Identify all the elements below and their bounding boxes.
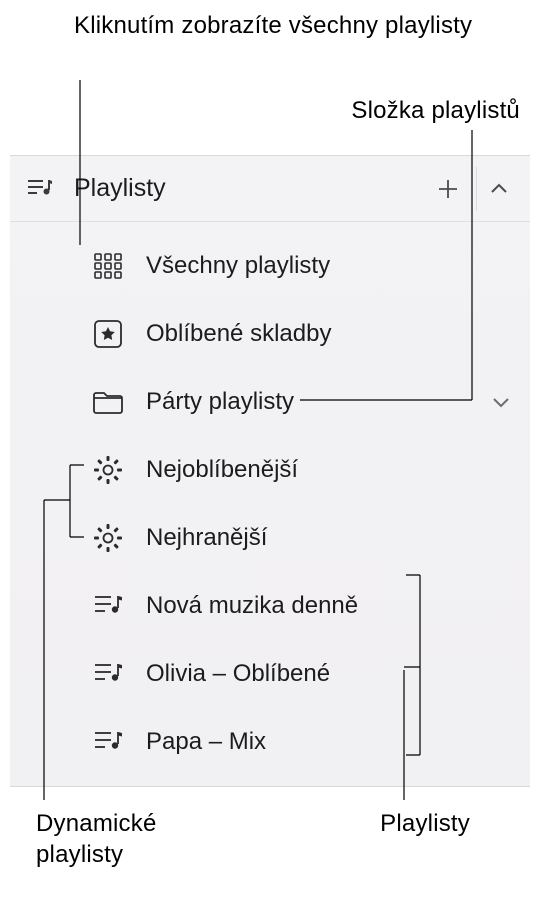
callout-smart-playlists: Dynamické playlisty bbox=[36, 808, 157, 870]
item-label: Nová muzika denně bbox=[88, 592, 358, 620]
callout-playlists: Playlisty bbox=[380, 808, 470, 839]
playlist-icon bbox=[88, 661, 128, 687]
gear-icon bbox=[88, 455, 128, 485]
grid-icon bbox=[88, 253, 128, 279]
star-box-icon bbox=[88, 319, 128, 349]
sidebar-item-all-playlists[interactable]: Všechny playlisty bbox=[10, 232, 530, 300]
playlist-icon bbox=[88, 593, 128, 619]
callout-text: playlisty bbox=[36, 841, 123, 868]
callout-text: Dynamické bbox=[36, 810, 157, 837]
expand-folder-button[interactable] bbox=[492, 396, 510, 408]
playlist-icon bbox=[88, 729, 128, 755]
sidebar-item-liked-songs[interactable]: Oblíbené skladby bbox=[10, 300, 530, 368]
sidebar-item-smart-playlist[interactable]: Nejhranější bbox=[10, 504, 530, 572]
gear-icon bbox=[88, 523, 128, 553]
playlist-section-icon bbox=[24, 178, 56, 200]
playlist-list: Všechny playlisty Oblíbené skladby Párty… bbox=[10, 222, 530, 776]
folder-icon bbox=[88, 389, 128, 415]
sidebar-item-playlist[interactable]: Olivia – Oblíbené bbox=[10, 640, 530, 708]
playlists-section-title: Playlisty bbox=[56, 174, 426, 203]
collapse-section-button[interactable] bbox=[476, 167, 520, 211]
callout-all-playlists: Kliknutím zobrazíte všechny playlisty bbox=[74, 10, 472, 41]
sidebar-item-playlist[interactable]: Papa – Mix bbox=[10, 708, 530, 776]
sidebar-playlists-panel: Playlisty Všechny playlisty bbox=[10, 155, 530, 787]
sidebar-item-smart-playlist[interactable]: Nejoblíbenější bbox=[10, 436, 530, 504]
sidebar-item-playlist-folder[interactable]: Párty playlisty bbox=[10, 368, 530, 436]
add-playlist-button[interactable] bbox=[426, 167, 470, 211]
sidebar-item-playlist[interactable]: Nová muzika denně bbox=[10, 572, 530, 640]
playlists-section-header[interactable]: Playlisty bbox=[10, 156, 530, 222]
callout-playlist-folder: Složka playlistů bbox=[351, 95, 520, 126]
